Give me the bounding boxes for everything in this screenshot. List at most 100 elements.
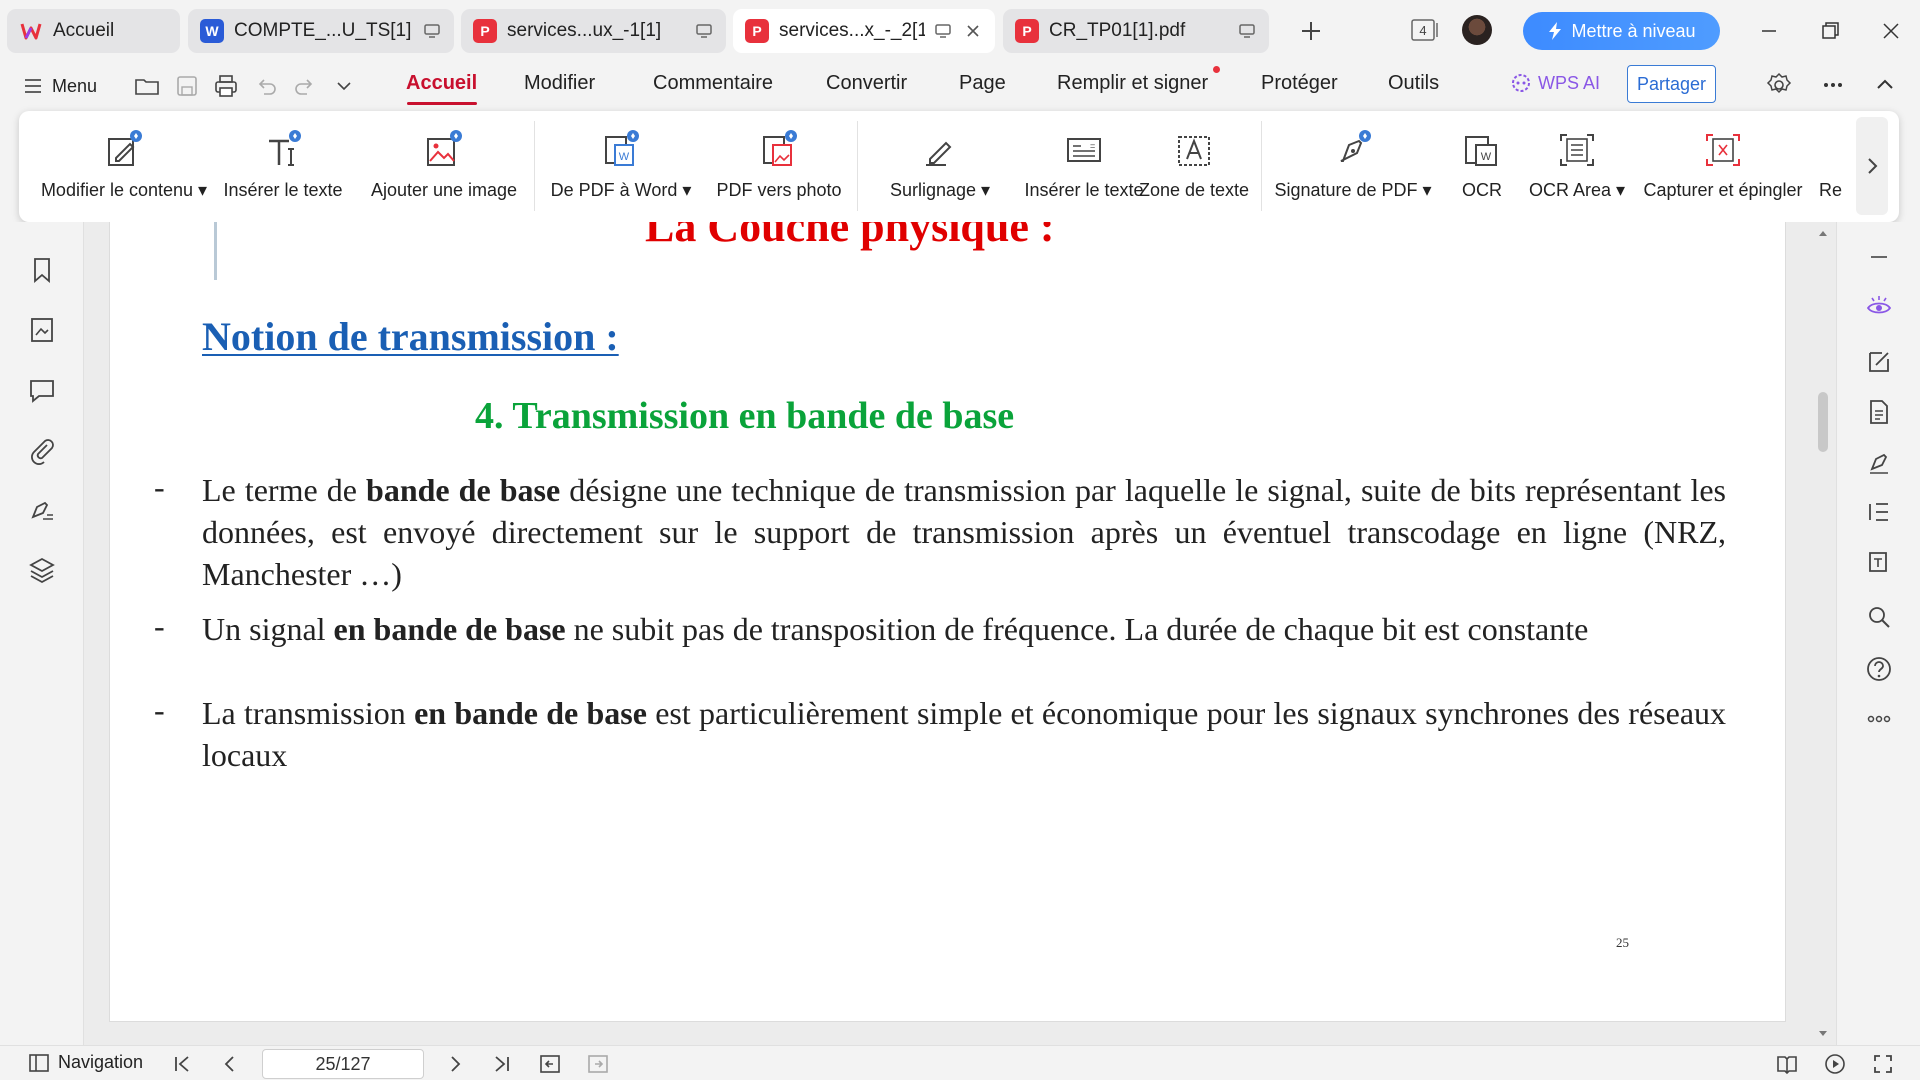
ocr-area-button[interactable]: OCR Area ▾	[1527, 111, 1627, 222]
truncated-ribbon-button[interactable]: Re	[1819, 111, 1855, 222]
add-image-button[interactable]: Ajouter une image	[364, 111, 524, 222]
page-number-input[interactable]: 25/127	[262, 1049, 424, 1079]
ribbon-label: Capturer et épingler	[1643, 180, 1803, 200]
close-tab-icon[interactable]	[963, 21, 983, 41]
ribbon-scroll-right-button[interactable]	[1856, 117, 1888, 215]
previous-page-icon[interactable]	[218, 1052, 242, 1076]
ribbon-toolbar: Modifier le contenu ▾ Insérer le texte A…	[19, 111, 1899, 222]
fullscreen-icon[interactable]	[1871, 1052, 1895, 1076]
close-window-icon[interactable]	[1876, 16, 1906, 46]
tab-cr-tp01[interactable]: P CR_TP01[1].pdf	[1003, 9, 1269, 53]
edit-content-icon	[108, 130, 142, 166]
right-sidebar	[1836, 222, 1920, 1045]
more-horizontal-icon[interactable]	[1818, 70, 1848, 100]
tab-accueil[interactable]: Accueil	[7, 9, 180, 53]
chevron-up-icon[interactable]	[1870, 70, 1900, 100]
tab-services-2[interactable]: P services...x_-_2[1]	[733, 9, 995, 53]
play-slideshow-icon[interactable]	[1823, 1052, 1847, 1076]
translate-book-icon[interactable]	[1864, 547, 1894, 577]
navigation-toggle[interactable]: Navigation	[28, 1052, 143, 1073]
pdf-doc-icon: P	[745, 19, 769, 43]
redo-icon[interactable]	[291, 72, 319, 100]
minus-icon[interactable]	[1864, 242, 1894, 272]
ribbon-separator	[857, 121, 858, 211]
ribbon-label: Ajouter une image	[370, 180, 518, 200]
share-button[interactable]: Partager	[1627, 65, 1716, 103]
columns-icon[interactable]	[1864, 497, 1894, 527]
thumbnail-icon[interactable]	[27, 315, 57, 345]
layers-icon[interactable]	[27, 555, 57, 585]
notification-dot	[1213, 66, 1220, 73]
capture-pin-button[interactable]: Capturer et épingler	[1639, 111, 1807, 222]
ocr-button[interactable]: W OCR	[1447, 111, 1517, 222]
open-folder-icon[interactable]	[133, 72, 161, 100]
tab-modifier[interactable]: Modifier	[524, 72, 595, 95]
document-export-icon[interactable]	[1864, 397, 1894, 427]
bookmark-icon[interactable]	[27, 255, 57, 285]
vertical-scrollbar[interactable]	[1812, 222, 1834, 1045]
scroll-up-arrow-icon[interactable]	[1812, 226, 1834, 240]
menu-button[interactable]: Menu	[24, 70, 97, 102]
ribbon-label: Zone de texte	[1138, 180, 1250, 200]
text-box-button[interactable]: Zone de texte	[1134, 111, 1254, 222]
paragraph-bold-term: en bande de base	[333, 611, 566, 647]
minimize-icon[interactable]	[1754, 16, 1784, 46]
next-page-icon[interactable]	[443, 1052, 467, 1076]
save-icon[interactable]	[173, 72, 201, 100]
pdf-to-photo-button[interactable]: PDF vers photo	[709, 111, 849, 222]
tab-bar: Accueil W COMPTE_...U_TS[1] P services..…	[0, 0, 1920, 62]
tab-services-1[interactable]: P services...ux_-1[1]	[461, 9, 726, 53]
upgrade-button[interactable]: Mettre à niveau	[1523, 12, 1720, 50]
avatar[interactable]	[1462, 15, 1492, 45]
tab-compte[interactable]: W COMPTE_...U_TS[1]	[188, 9, 454, 53]
tab-proteger[interactable]: Protéger	[1261, 72, 1338, 95]
wps-logo-icon	[19, 19, 43, 43]
tab-accueil-menu[interactable]: Accueil	[406, 72, 477, 95]
chevron-down-icon[interactable]	[330, 72, 358, 100]
pdf-doc-icon: P	[1015, 19, 1039, 43]
book-view-icon[interactable]	[1775, 1052, 1799, 1076]
insert-text-box-button[interactable]: = Insérer le texte	[1019, 111, 1149, 222]
pdf-signature-button[interactable]: Signature de PDF ▾	[1274, 111, 1432, 222]
tab-convertir[interactable]: Convertir	[826, 72, 907, 95]
gear-icon[interactable]	[1764, 70, 1794, 100]
signature-icon[interactable]	[27, 495, 57, 525]
pen-sign-icon[interactable]	[1864, 447, 1894, 477]
edit-square-icon[interactable]	[1864, 347, 1894, 377]
help-icon[interactable]	[1864, 654, 1894, 684]
paragraph-text: Le terme de	[202, 472, 367, 508]
tab-outils[interactable]: Outils	[1388, 72, 1439, 95]
tab-page[interactable]: Page	[959, 72, 1006, 95]
first-page-icon[interactable]	[170, 1052, 194, 1076]
pdf-to-word-button[interactable]: W De PDF à Word ▾	[546, 111, 696, 222]
document-viewport[interactable]: La Couche physique : Notion de transmiss…	[84, 222, 1836, 1045]
search-icon[interactable]	[1864, 602, 1894, 632]
window-count-indicator[interactable]: 4	[1410, 17, 1440, 43]
ocr-area-icon	[1560, 134, 1594, 166]
chapter-title: La Couche physique :	[645, 222, 1055, 251]
tab-remplir-et-signer[interactable]: Remplir et signer	[1057, 72, 1208, 95]
highlight-button[interactable]: Surlignage ▾	[869, 111, 1011, 222]
tab-commentaire[interactable]: Commentaire	[653, 72, 773, 95]
insert-text-button[interactable]: Insérer le texte	[213, 111, 353, 222]
wps-ai-button[interactable]: WPS AI	[1510, 72, 1600, 94]
ocr-icon: W	[1465, 136, 1497, 166]
ribbon-label: OCR	[1462, 180, 1502, 200]
ai-eye-icon[interactable]	[1864, 292, 1894, 322]
paragraph-1: Le terme de bande de base désigne une te…	[202, 469, 1726, 595]
undo-icon[interactable]	[252, 72, 280, 100]
print-icon[interactable]	[212, 72, 240, 100]
more-options-icon[interactable]	[1864, 704, 1894, 734]
back-view-icon[interactable]	[538, 1052, 562, 1076]
monitor-icon	[1239, 24, 1255, 38]
edit-content-button[interactable]: Modifier le contenu ▾	[41, 111, 207, 222]
attachment-icon[interactable]	[27, 435, 57, 465]
scrollbar-thumb[interactable]	[1818, 392, 1828, 452]
restore-icon[interactable]	[1815, 16, 1845, 46]
add-tab-icon[interactable]	[1296, 16, 1326, 46]
comment-icon[interactable]	[27, 375, 57, 405]
forward-view-icon[interactable]	[586, 1052, 610, 1076]
scroll-down-arrow-icon[interactable]	[1812, 1027, 1834, 1041]
pdf-page: La Couche physique : Notion de transmiss…	[109, 222, 1786, 1022]
last-page-icon[interactable]	[490, 1052, 514, 1076]
